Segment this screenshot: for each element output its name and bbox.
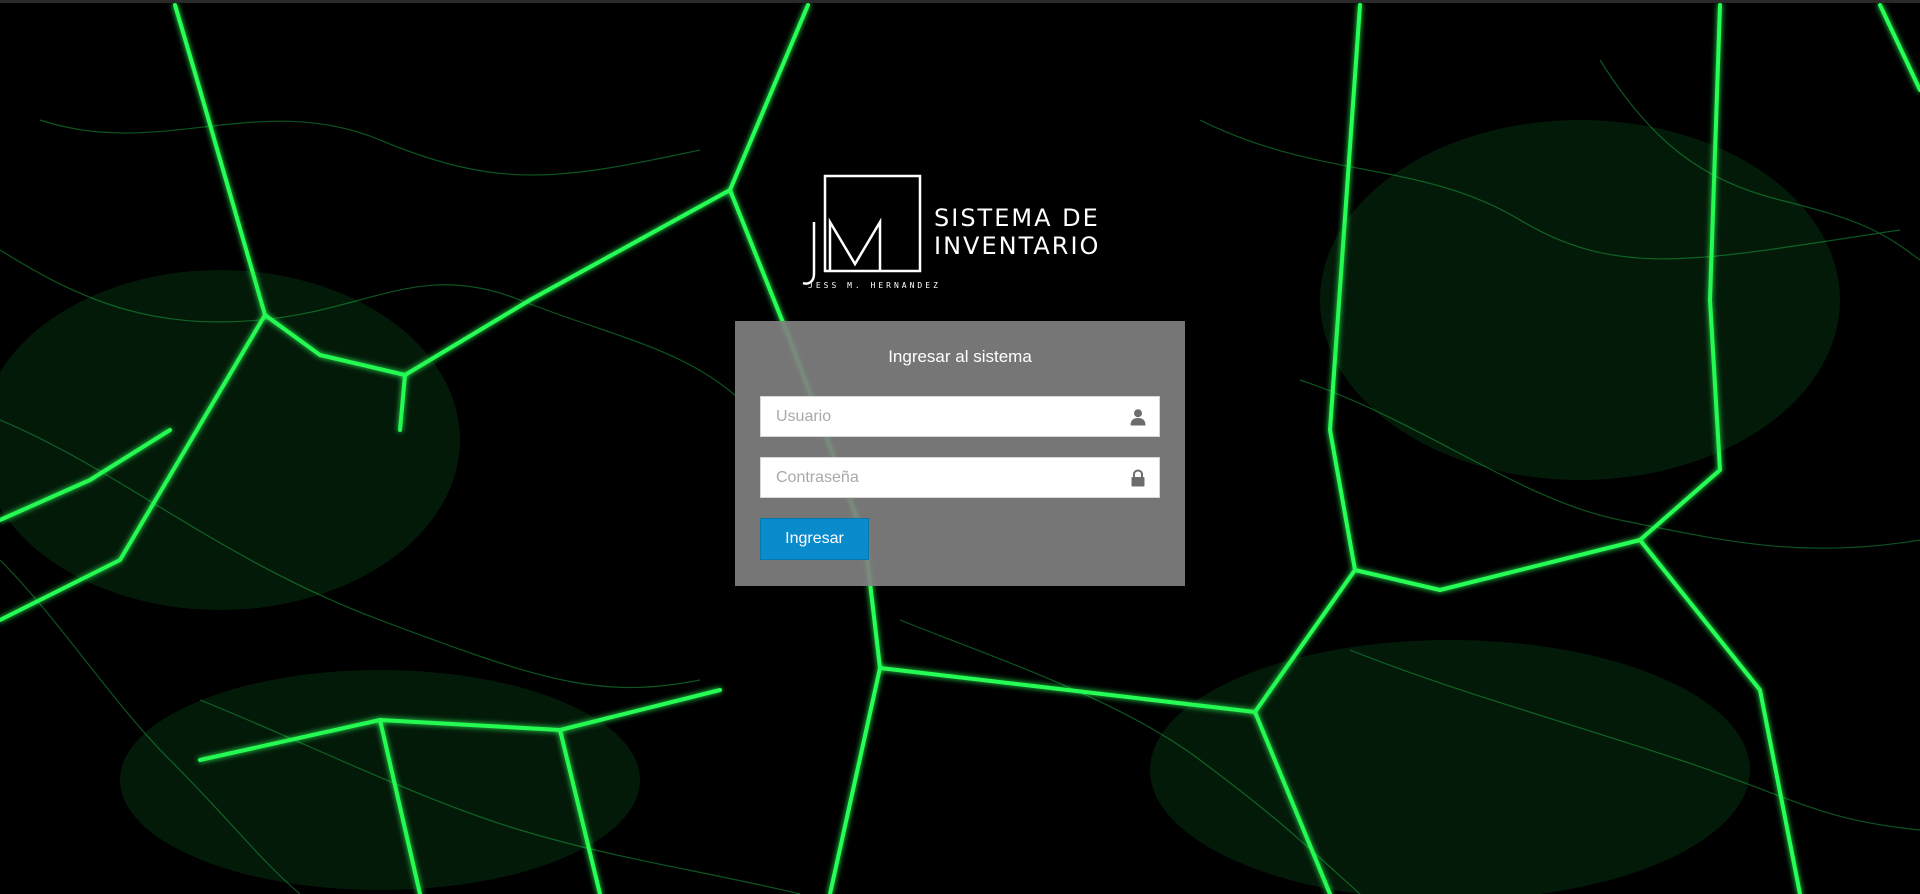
brand-title-line2: INVENTARIO [934,232,1100,260]
user-icon [1130,409,1146,426]
login-form: Ingresar al sistema Ingresar [735,321,1185,586]
lock-icon [1131,469,1145,487]
username-input[interactable] [761,397,1159,436]
brand-title-line1: SISTEMA DE [934,204,1100,232]
logo-frame [823,174,922,273]
login-page: SISTEMA DE INVENTARIO JESS M. HERNANDEZ … [0,0,1920,894]
username-field [760,396,1160,437]
logo-letter-j [802,222,816,285]
password-input[interactable] [761,458,1159,497]
login-title: Ingresar al sistema [888,347,1032,366]
brand-logo: SISTEMA DE INVENTARIO JESS M. HERNANDEZ [802,174,1100,290]
password-field [760,457,1160,498]
login-button[interactable]: Ingresar [760,518,869,560]
brand-subtitle: JESS M. HERNANDEZ [808,281,941,290]
logo-letter-m [828,217,882,270]
top-border [0,0,1920,3]
